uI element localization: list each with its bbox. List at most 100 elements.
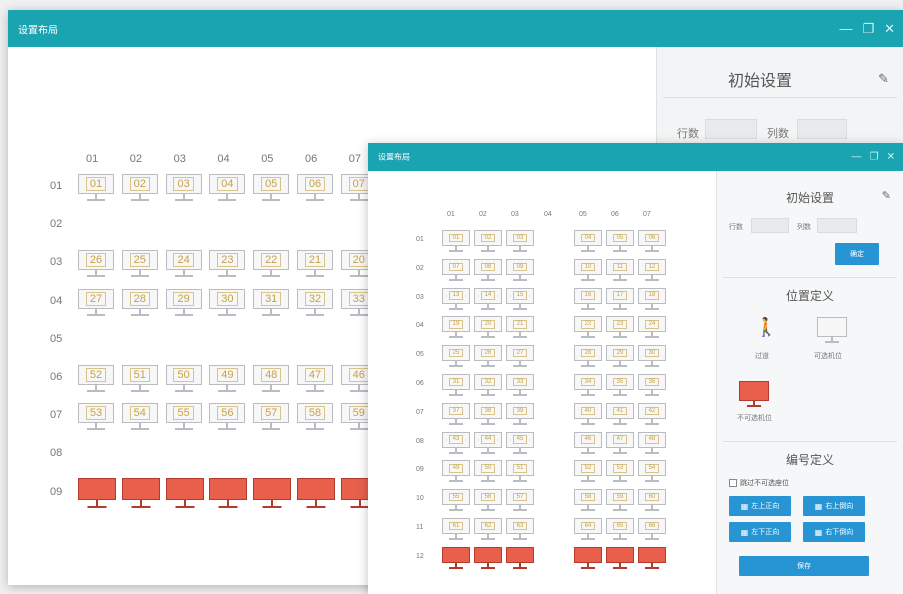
rows-input[interactable] [705, 119, 757, 139]
walking-person-icon[interactable]: 🚶 [755, 317, 777, 343]
seat-monitor-unavailable[interactable] [442, 546, 470, 571]
seat-monitor[interactable]: 05 [253, 174, 290, 204]
seat-monitor[interactable]: 41 [606, 402, 634, 427]
seat-monitor[interactable]: 02 [474, 230, 502, 254]
seat-monitor[interactable]: 03 [165, 174, 202, 204]
seat-monitor[interactable]: 24 [638, 316, 666, 340]
minimize-icon[interactable]: — [839, 21, 852, 37]
seat-monitor[interactable]: 03 [506, 230, 534, 254]
seat-monitor-unavailable[interactable] [209, 477, 248, 512]
seat-monitor[interactable]: 60 [638, 489, 666, 513]
seat-monitor[interactable]: 12 [638, 258, 666, 283]
seat-monitor-unavailable[interactable] [297, 477, 335, 512]
confirm-button[interactable]: 确定 [835, 243, 879, 265]
seat-monitor[interactable]: 13 [442, 287, 470, 312]
seat-monitor[interactable]: 53 [606, 460, 634, 484]
seat-monitor[interactable]: 23 [209, 250, 246, 280]
rows-input[interactable] [751, 218, 789, 233]
seat-monitor[interactable]: 11 [606, 258, 634, 283]
seat-monitor[interactable]: 14 [474, 287, 502, 312]
seat-monitor[interactable]: 09 [506, 258, 534, 283]
bottom-right-reverse-button[interactable]: ▦ 右下倒向 [803, 522, 865, 542]
close-icon[interactable]: ✕ [884, 21, 895, 37]
seat-monitor[interactable]: 62 [474, 518, 502, 542]
seat-monitor[interactable]: 25 [121, 250, 158, 280]
seat-monitor-unavailable[interactable] [121, 477, 160, 512]
cols-input[interactable] [797, 119, 847, 139]
seat-monitor[interactable]: 45 [506, 431, 534, 456]
seat-monitor[interactable]: 46 [574, 431, 602, 456]
seat-monitor[interactable]: 23 [606, 316, 634, 340]
seat-monitor-unavailable[interactable] [474, 546, 502, 571]
seat-monitor-unavailable[interactable] [638, 546, 666, 571]
seat-monitor[interactable]: 20 [474, 316, 502, 340]
seat-monitor[interactable]: 42 [638, 402, 666, 427]
seat-monitor[interactable]: 54 [121, 403, 158, 433]
bottom-left-forward-button[interactable]: ▦ 左下正向 [729, 522, 791, 542]
seat-monitor[interactable]: 26 [474, 345, 502, 369]
seat-monitor[interactable]: 07 [442, 258, 470, 283]
seat-monitor[interactable]: 16 [574, 287, 602, 312]
available-monitor-icon[interactable] [817, 317, 847, 345]
seat-monitor[interactable]: 31 [253, 288, 290, 319]
seat-monitor[interactable]: 37 [442, 402, 470, 427]
seat-monitor[interactable]: 53 [78, 403, 114, 433]
seat-monitor[interactable]: 63 [506, 518, 534, 542]
seat-monitor[interactable]: 24 [165, 250, 202, 280]
seat-monitor[interactable]: 27 [78, 288, 114, 319]
seat-monitor[interactable]: 34 [574, 374, 602, 398]
seat-monitor[interactable]: 32 [474, 374, 502, 398]
seat-monitor[interactable]: 18 [638, 287, 666, 312]
seat-monitor[interactable]: 21 [297, 250, 333, 280]
close-icon[interactable]: ✕ [887, 152, 895, 163]
seat-monitor[interactable]: 51 [506, 460, 534, 484]
seat-monitor[interactable]: 21 [506, 316, 534, 340]
seat-monitor[interactable]: 56 [474, 489, 502, 513]
seat-monitor-unavailable[interactable] [78, 477, 116, 512]
seat-monitor[interactable]: 31 [442, 374, 470, 398]
seat-monitor[interactable]: 05 [606, 230, 634, 254]
seat-monitor[interactable]: 36 [638, 374, 666, 398]
seat-monitor[interactable]: 50 [165, 365, 202, 395]
seat-monitor-unavailable[interactable] [574, 546, 602, 571]
seat-monitor[interactable]: 50 [474, 460, 502, 484]
skip-unavailable-checkbox[interactable]: 跳过不可选座位 [729, 478, 789, 488]
seat-monitor[interactable]: 57 [506, 489, 534, 513]
seat-monitor[interactable]: 49 [209, 365, 246, 395]
seat-monitor[interactable]: 51 [121, 365, 158, 395]
seat-monitor-unavailable[interactable] [165, 477, 204, 512]
seat-monitor[interactable]: 57 [253, 403, 290, 433]
seat-monitor[interactable]: 29 [165, 288, 202, 319]
seat-monitor[interactable]: 08 [474, 258, 502, 283]
seat-monitor[interactable]: 29 [606, 345, 634, 369]
seat-monitor[interactable]: 55 [165, 403, 202, 433]
seat-monitor-unavailable[interactable] [606, 546, 634, 571]
seat-monitor[interactable]: 26 [78, 250, 114, 280]
seat-monitor[interactable]: 58 [297, 403, 333, 433]
seat-monitor[interactable]: 66 [638, 518, 666, 542]
seat-monitor[interactable]: 32 [297, 288, 333, 319]
seat-monitor[interactable]: 15 [506, 287, 534, 312]
seat-monitor[interactable]: 30 [638, 345, 666, 369]
cols-input[interactable] [817, 218, 857, 233]
seat-monitor[interactable]: 52 [78, 365, 114, 395]
restore-icon[interactable]: ❐ [862, 21, 874, 37]
seat-monitor[interactable]: 47 [297, 365, 333, 395]
seat-monitor[interactable]: 06 [638, 230, 666, 254]
seat-monitor[interactable]: 55 [442, 489, 470, 513]
seat-monitor[interactable]: 47 [606, 431, 634, 456]
seat-monitor-unavailable[interactable] [253, 477, 292, 512]
seat-monitor[interactable]: 19 [442, 316, 470, 340]
top-left-forward-button[interactable]: ▦ 左上正向 [729, 496, 791, 516]
seat-monitor[interactable]: 17 [606, 287, 634, 312]
seat-monitor[interactable]: 04 [574, 230, 602, 254]
seat-monitor[interactable]: 48 [638, 431, 666, 456]
seat-monitor[interactable]: 28 [574, 345, 602, 369]
seat-monitor[interactable]: 01 [442, 230, 470, 254]
seat-monitor[interactable]: 02 [121, 174, 158, 204]
seat-monitor[interactable]: 43 [442, 431, 470, 456]
seat-monitor[interactable]: 64 [574, 518, 602, 542]
seat-monitor[interactable]: 49 [442, 460, 470, 484]
seat-monitor[interactable]: 39 [506, 402, 534, 427]
seat-monitor[interactable]: 25 [442, 345, 470, 369]
